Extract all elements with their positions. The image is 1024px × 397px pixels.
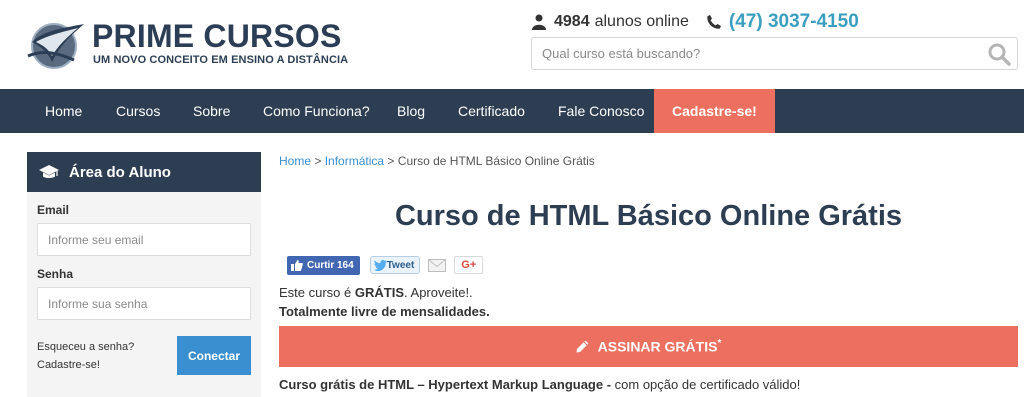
- breadcrumb-current: Curso de HTML Básico Online Grátis: [397, 154, 595, 168]
- nav-item-blog[interactable]: Blog: [397, 89, 425, 133]
- logo-tagline: UM NOVO CONCEITO EM ENSINO A DISTÂNCIA: [93, 54, 349, 66]
- breadcrumb-home[interactable]: Home: [279, 154, 311, 168]
- tweet-label: Tweet: [386, 259, 415, 271]
- student-area-title: Área do Aluno: [69, 163, 171, 181]
- nav-item-fale-conosco[interactable]: Fale Conosco: [558, 89, 644, 133]
- thumbs-up-icon: [291, 259, 303, 271]
- intro-line-1: Este curso é GRÁTIS. Aproveite!.: [279, 283, 490, 302]
- course-intro: Este curso é GRÁTIS. Aproveite!. Totalme…: [279, 283, 490, 321]
- course-description: Curso grátis de HTML – Hypertext Markup …: [279, 377, 800, 392]
- description-rest: com opção de certificado válido!: [611, 377, 801, 392]
- connect-button[interactable]: Conectar: [177, 336, 251, 375]
- main-nav: Home Cursos Sobre Como Funciona? Blog Ce…: [0, 89, 1024, 133]
- nav-item-como-funciona[interactable]: Como Funciona?: [263, 89, 370, 133]
- forgot-password-link[interactable]: Esqueceu a senha?: [37, 341, 134, 353]
- email-field[interactable]: [37, 223, 251, 256]
- password-field[interactable]: [37, 287, 251, 320]
- subscribe-text: ASSINAR GRÁTIS: [597, 338, 718, 355]
- description-bold: Curso grátis de HTML – Hypertext Markup …: [279, 377, 612, 392]
- password-label: Senha: [37, 267, 74, 281]
- breadcrumb-separator: >: [387, 154, 395, 168]
- search-icon[interactable]: [987, 42, 1011, 66]
- pencil-icon: [576, 340, 589, 353]
- nav-item-cursos[interactable]: Cursos: [116, 89, 160, 133]
- subscribe-asterisk: *: [717, 338, 722, 350]
- tweet-button[interactable]: Tweet: [369, 256, 421, 274]
- intro-prefix: Este curso é: [279, 285, 352, 300]
- phone-icon: [707, 15, 721, 29]
- nav-item-home[interactable]: Home: [45, 89, 82, 133]
- facebook-like-button[interactable]: Curtir 164: [287, 255, 360, 275]
- online-text: alunos online: [594, 13, 689, 30]
- subscribe-label: ASSINAR GRÁTIS*: [598, 338, 722, 355]
- mail-icon[interactable]: [428, 257, 447, 273]
- phone-number[interactable]: (47) 3037-4150: [729, 11, 859, 33]
- search-box: [531, 37, 1018, 70]
- intro-line-2: Totalmente livre de mensalidades.: [279, 302, 490, 321]
- breadcrumb-category[interactable]: Informática: [325, 154, 384, 168]
- online-count: 4984: [554, 13, 590, 30]
- breadcrumb-separator: >: [314, 154, 322, 168]
- intro-free: GRÁTIS: [354, 285, 405, 300]
- nav-item-sobre[interactable]: Sobre: [193, 89, 230, 133]
- nav-item-certificado[interactable]: Certificado: [458, 89, 525, 133]
- search-input[interactable]: [532, 38, 972, 69]
- social-share-bar: Curtir 164 Tweet G+: [287, 255, 484, 275]
- email-label: Email: [37, 203, 70, 217]
- user-icon: [532, 14, 546, 30]
- logo-title: PRIME CURSOS: [92, 18, 342, 54]
- facebook-like-label: Curtir 164: [307, 259, 354, 271]
- nav-cta-register[interactable]: Cadastre-se!: [654, 89, 775, 133]
- graduation-cap-icon: [39, 165, 59, 178]
- logo-mark-icon: [27, 23, 84, 69]
- breadcrumb: Home > Informática > Curso de HTML Básic…: [279, 154, 595, 168]
- site-header: PRIME CURSOS UM NOVO CONCEITO EM ENSINO …: [0, 0, 1024, 89]
- student-area-header: Área do Aluno: [27, 152, 261, 192]
- intro-suffix: . Aproveite!.: [404, 285, 473, 300]
- google-plus-button[interactable]: G+: [454, 256, 484, 274]
- page-title: Curso de HTML Básico Online Grátis: [394, 200, 903, 232]
- header-info: 4984 alunos online (47) 3037-4150: [532, 10, 859, 34]
- register-link[interactable]: Cadastre-se!: [37, 359, 100, 371]
- student-area-panel: Área do Aluno Email Senha Esqueceu a sen…: [27, 152, 261, 397]
- subscribe-free-button[interactable]: ASSINAR GRÁTIS*: [279, 326, 1018, 367]
- twitter-bird-icon: [373, 259, 387, 271]
- site-logo[interactable]: PRIME CURSOS UM NOVO CONCEITO EM ENSINO …: [26, 16, 356, 72]
- intro-no-fees: Totalmente livre de mensalidades.: [279, 304, 490, 319]
